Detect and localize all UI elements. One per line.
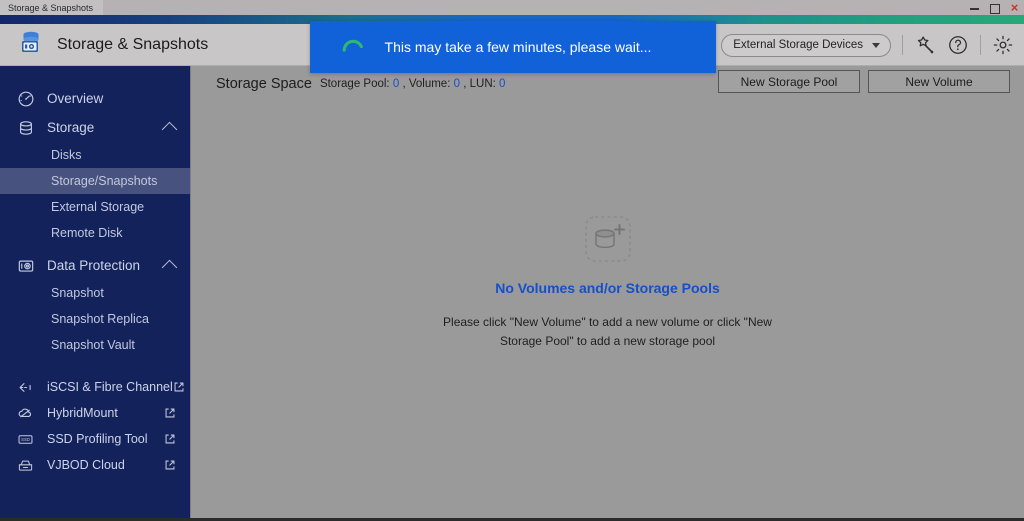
external-link-icon [164, 459, 176, 471]
sidebar-item-external-storage[interactable]: External Storage [0, 194, 190, 220]
gear-icon[interactable] [992, 34, 1014, 56]
external-storage-devices-dropdown[interactable]: External Storage Devices [721, 33, 891, 57]
ssd-icon: SSD [16, 430, 35, 449]
sidebar-item-remote-disk[interactable]: Remote Disk [0, 220, 190, 246]
empty-state-description: Please click "New Volume" to add a new v… [443, 315, 772, 348]
sidebar-subitem-label: External Storage [51, 200, 145, 214]
sidebar-nav: Overview Storage Disks Storage/Snapshots… [0, 66, 190, 478]
loading-toast-message: This may take a few minutes, please wait… [384, 39, 652, 55]
window-controls: × [969, 0, 1020, 15]
header-divider [980, 35, 981, 55]
sidebar-item-storage[interactable]: Storage [0, 113, 190, 142]
sidebar-item-ssd-profiling-tool[interactable]: SSD SSD Profiling Tool [0, 426, 190, 452]
sidebar-subitem-label: Snapshot [51, 286, 104, 300]
app-brand: Storage & Snapshots [0, 28, 208, 61]
sidebar-item-snapshot[interactable]: Snapshot [0, 280, 190, 306]
sidebar-item-label: SSD Profiling Tool [47, 432, 148, 446]
sidebar-subitem-label: Storage/Snapshots [51, 174, 158, 188]
minimize-icon[interactable] [969, 2, 980, 13]
sidebar-subitem-label: Snapshot Vault [51, 338, 135, 352]
external-link-icon [164, 407, 176, 419]
application-window: Storage & Snapshots × Storage & Snapshot… [0, 0, 1024, 521]
sidebar-item-snapshot-vault[interactable]: Snapshot Vault [0, 332, 190, 358]
header-divider [902, 35, 903, 55]
external-link-icon [164, 433, 176, 445]
add-storage-pool-icon [581, 212, 635, 266]
database-icon [16, 118, 35, 137]
camera-snapshot-icon [16, 256, 35, 275]
main-content: Storage Space Storage Pool: 0 , Volume: … [191, 66, 1024, 521]
storage-nas-icon [18, 28, 46, 61]
iscsi-icon [16, 378, 35, 397]
sidebar-item-label: VJBOD Cloud [47, 458, 125, 472]
chevron-up-icon[interactable] [161, 121, 178, 138]
sidebar-item-storage-snapshots[interactable]: Storage/Snapshots [0, 168, 190, 194]
chevron-up-icon[interactable] [161, 259, 178, 276]
help-icon[interactable] [947, 34, 969, 56]
maximize-icon[interactable] [989, 2, 1000, 14]
svg-text:SSD: SSD [21, 436, 30, 441]
sidebar: Overview Storage Disks Storage/Snapshots… [0, 66, 191, 521]
sidebar-item-label: HybridMount [47, 406, 118, 420]
empty-state-title: No Volumes and/or Storage Pools [495, 280, 720, 296]
vjbod-icon [16, 456, 35, 475]
header-actions: External Storage Devices [721, 24, 1014, 66]
window-tab[interactable]: Storage & Snapshots [0, 0, 104, 15]
hybridmount-icon [16, 404, 35, 423]
sidebar-item-label: Storage [47, 120, 95, 135]
os-titlebar: Storage & Snapshots × [0, 0, 1024, 15]
window-tab-label: Storage & Snapshots [8, 2, 94, 13]
sidebar-subitem-label: Disks [51, 148, 82, 162]
sidebar-subitem-label: Remote Disk [51, 226, 123, 240]
smart-search-icon[interactable] [914, 34, 936, 56]
sidebar-item-label: Overview [47, 91, 104, 106]
sidebar-subitem-label: Snapshot Replica [51, 312, 149, 326]
sidebar-item-disks[interactable]: Disks [0, 142, 190, 168]
loading-toast: This may take a few minutes, please wait… [310, 21, 716, 73]
sidebar-item-snapshot-replica[interactable]: Snapshot Replica [0, 306, 190, 332]
close-icon[interactable]: × [1009, 1, 1020, 14]
sidebar-item-overview[interactable]: Overview [0, 84, 190, 113]
sidebar-item-data-protection[interactable]: Data Protection [0, 251, 190, 280]
external-link-icon [173, 381, 185, 393]
empty-state: No Volumes and/or Storage Pools Please c… [191, 66, 1024, 521]
sidebar-item-iscsi-fibre-channel[interactable]: iSCSI & Fibre Channel [0, 374, 190, 400]
gauge-icon [16, 89, 35, 108]
sidebar-item-label: Data Protection [47, 258, 141, 273]
loading-spinner-icon [340, 34, 366, 60]
app-title: Storage & Snapshots [57, 35, 209, 53]
sidebar-item-hybridmount[interactable]: HybridMount [0, 400, 190, 426]
external-storage-devices-label: External Storage Devices [733, 39, 863, 51]
sidebar-item-label: iSCSI & Fibre Channel [47, 380, 173, 394]
chevron-down-icon [872, 42, 880, 48]
sidebar-item-vjbod-cloud[interactable]: VJBOD Cloud [0, 452, 190, 478]
